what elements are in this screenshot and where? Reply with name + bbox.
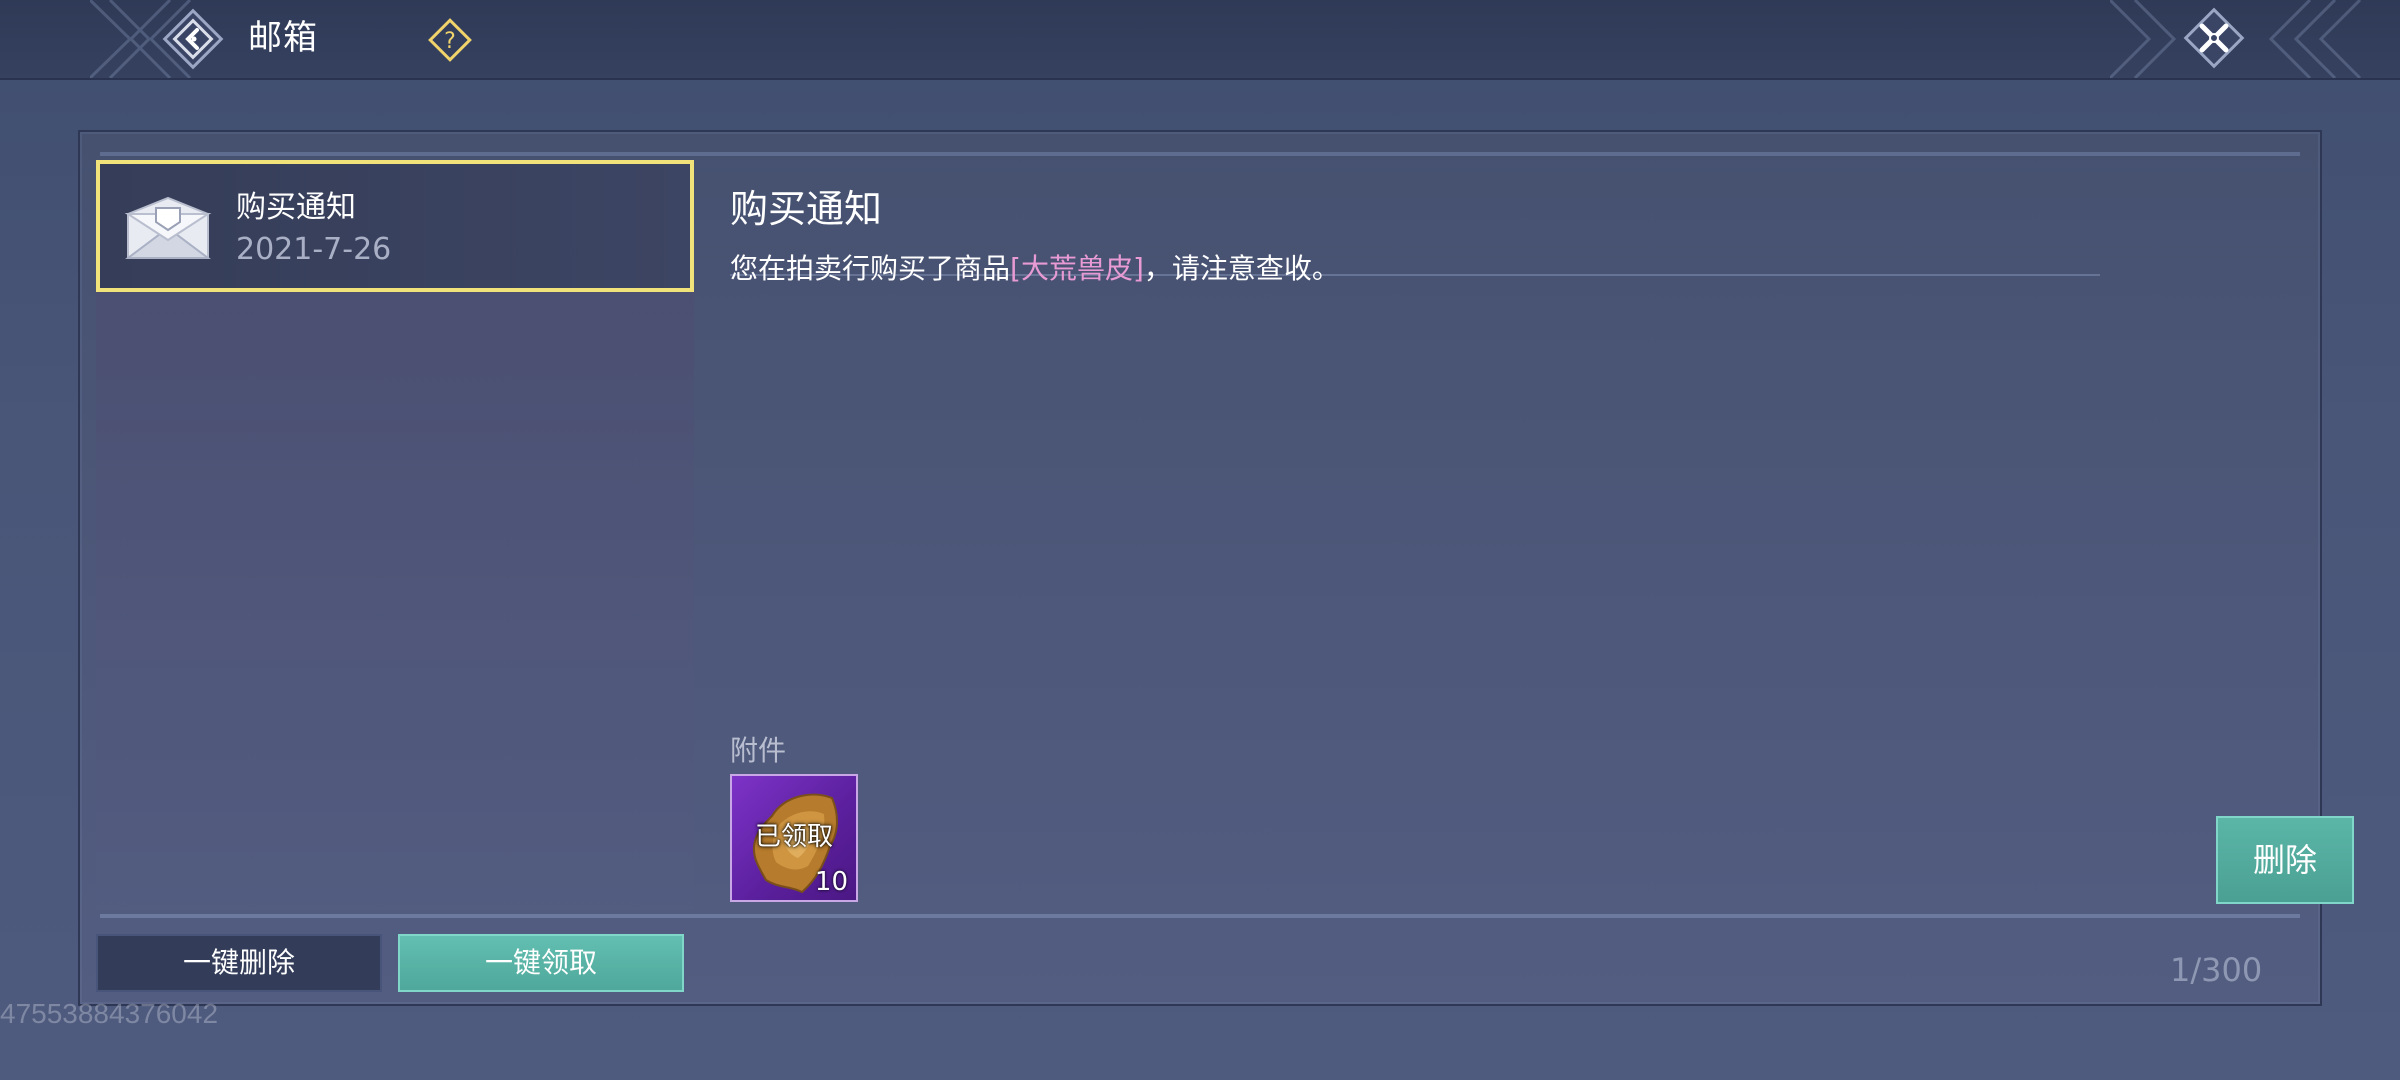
mail-body: 您在拍卖行购买了商品[大荒兽皮]，请注意查收。: [730, 250, 1340, 288]
mail-item-link[interactable]: [大荒兽皮]: [1010, 252, 1144, 285]
top-bar: 邮箱 ?: [0, 0, 2400, 80]
panel-divider-top: [100, 152, 2300, 156]
close-x-icon: [2183, 7, 2245, 69]
panel-divider-bottom: [100, 914, 2300, 918]
close-button[interactable]: [2176, 0, 2252, 76]
help-button[interactable]: ?: [428, 18, 472, 62]
mail-count: 1/300: [2170, 951, 2263, 989]
mail-body-prefix: 您在拍卖行购买了商品: [730, 252, 1011, 285]
svg-text:?: ?: [444, 29, 456, 54]
page-title: 邮箱: [248, 18, 318, 58]
mail-title: 购买通知: [730, 187, 883, 231]
mailbox-panel: 购买通知 2021-7-26 购买通知 您在拍卖行购买了商品[大荒兽皮]，请注意…: [78, 130, 2354, 1006]
attachment-claimed-label: 已领取: [754, 822, 833, 852]
mail-list[interactable]: 购买通知 2021-7-26: [96, 160, 694, 910]
attachments-label: 附件: [730, 734, 787, 767]
delete-button[interactable]: 删除: [2216, 816, 2354, 904]
mail-content: 购买通知 您在拍卖行购买了商品[大荒兽皮]，请注意查收。 附件 已领取 10 删…: [706, 160, 2354, 910]
back-arrow-icon: [162, 8, 224, 70]
mail-body-suffix: ，请注意查收。: [1143, 252, 1340, 285]
mail-item-title: 购买通知: [236, 190, 356, 225]
attachment-slot[interactable]: 已领取 10: [730, 774, 858, 902]
watermark-id: 47553884376042: [0, 998, 219, 1029]
delete-all-button[interactable]: 一键删除: [96, 934, 382, 992]
help-question-icon: ?: [428, 18, 472, 62]
mail-item-date: 2021-7-26: [236, 232, 392, 267]
back-button[interactable]: [158, 4, 228, 74]
claim-all-button[interactable]: 一键领取: [398, 934, 684, 992]
envelope-icon: [124, 196, 212, 259]
attachment-count: 10: [814, 867, 848, 897]
mail-list-item[interactable]: 购买通知 2021-7-26: [96, 160, 694, 292]
